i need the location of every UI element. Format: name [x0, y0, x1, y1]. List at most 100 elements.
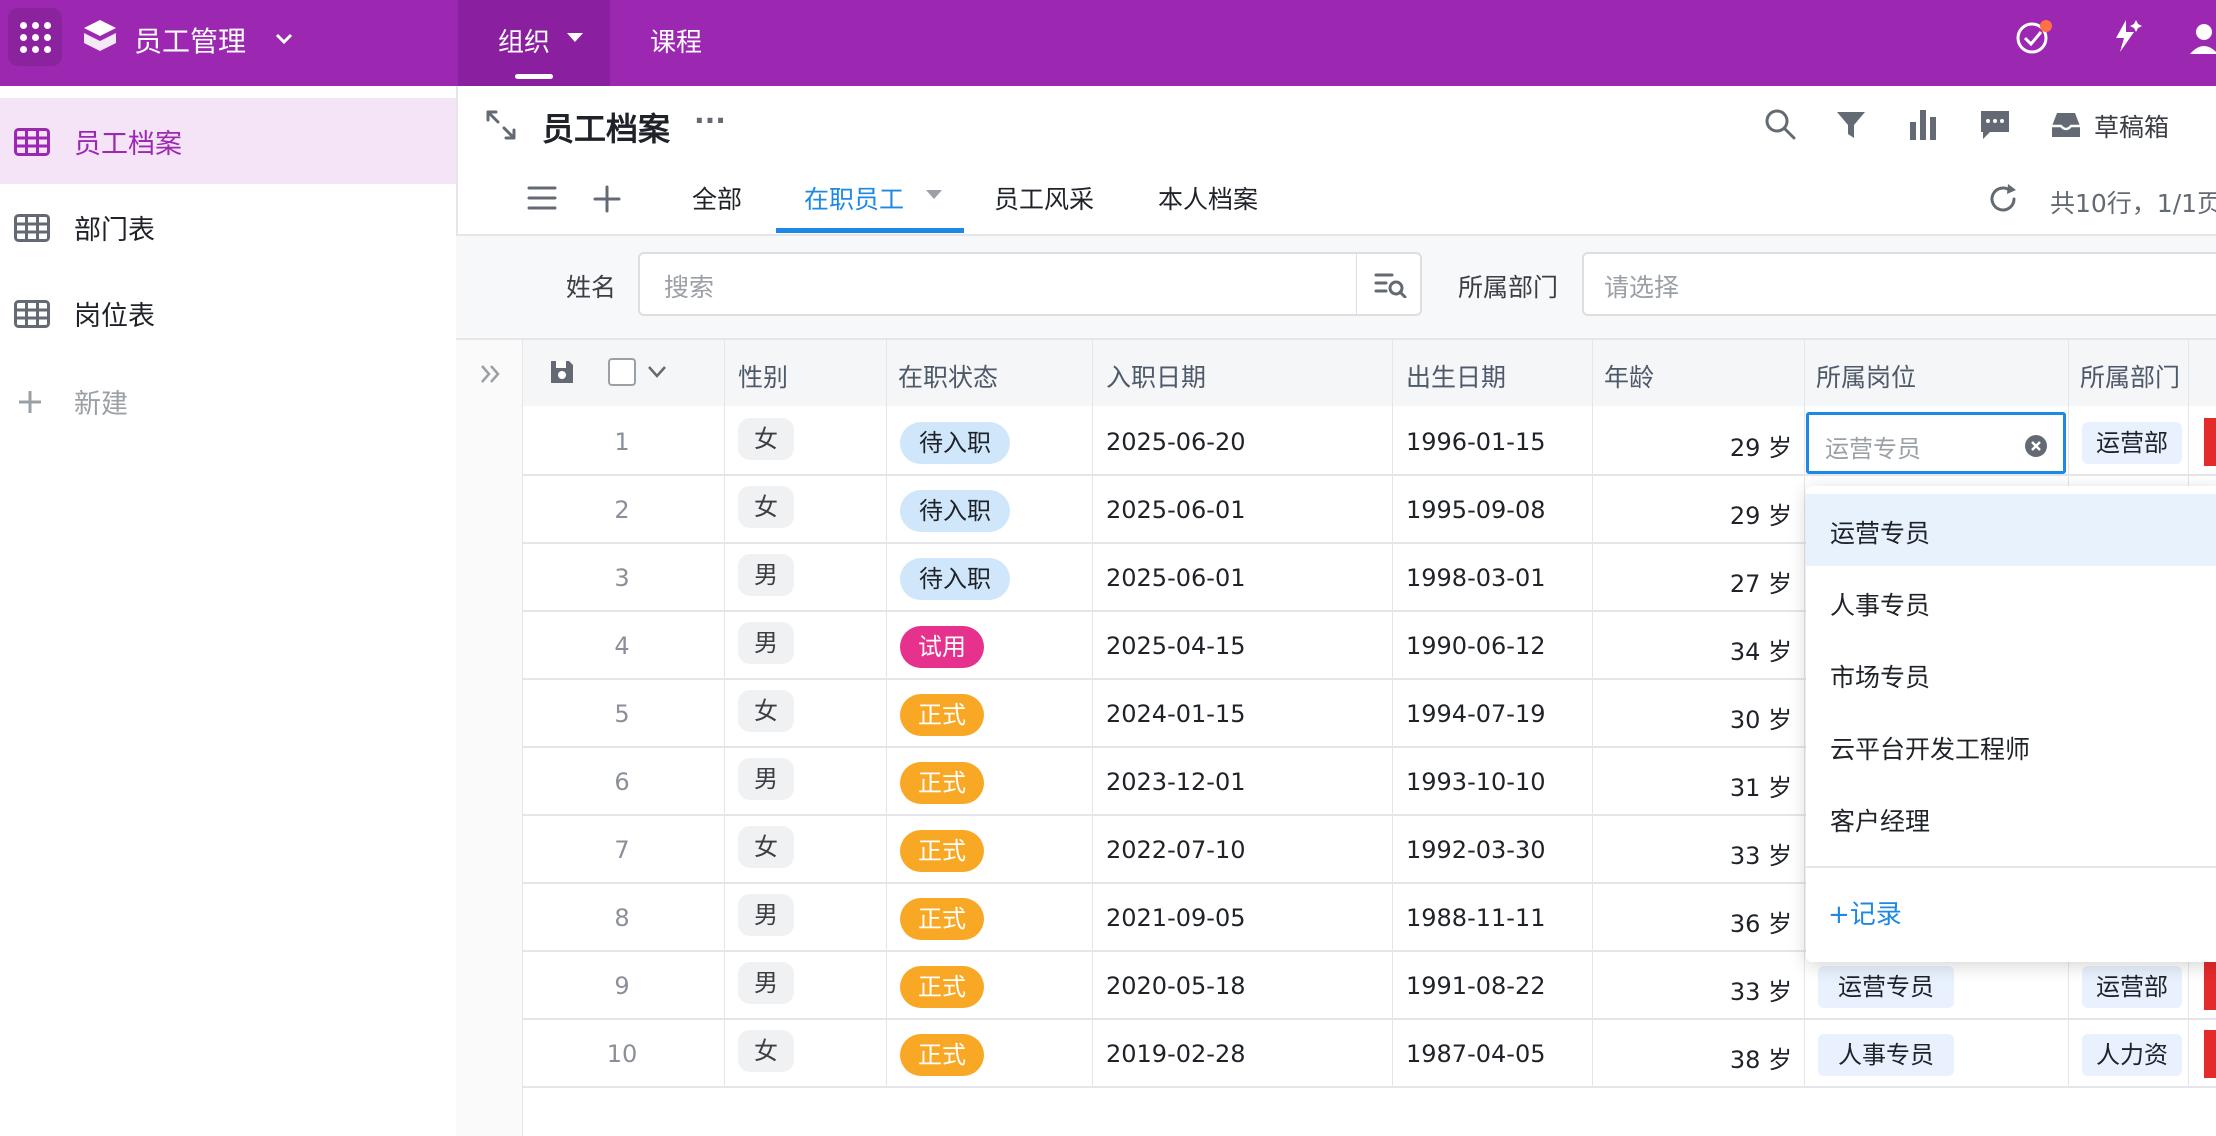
nav-item-course[interactable]: 课程 — [650, 22, 702, 59]
sidebar-item-departments[interactable]: 部门表 — [0, 184, 456, 270]
divider — [1806, 866, 2216, 868]
save-icon[interactable] — [548, 358, 576, 386]
age-cell[interactable]: 38 岁 — [1604, 1040, 1792, 1075]
tab-active-employees[interactable]: 在职员工 — [804, 180, 904, 216]
birth-date-cell[interactable]: 1994-07-19 — [1406, 700, 1545, 728]
status-color-bar — [2204, 1030, 2216, 1078]
status-badge: 正式 — [900, 830, 984, 872]
app-title[interactable]: 员工管理 — [134, 20, 246, 60]
refresh-icon[interactable] — [1986, 182, 2020, 216]
join-date-cell[interactable]: 2024-01-15 — [1106, 700, 1245, 728]
chevron-down-icon[interactable] — [646, 364, 668, 380]
filter-name-label: 姓名 — [566, 273, 617, 302]
table-gutter — [456, 340, 522, 1136]
filter-dept-label: 所属部门 — [1458, 273, 1559, 302]
tab-all[interactable]: 全部 — [692, 180, 742, 216]
gender-tag: 男 — [738, 962, 794, 1004]
members-icon[interactable] — [2186, 18, 2216, 58]
chevron-down-icon[interactable] — [272, 26, 296, 50]
row-count: 共10行，1/1页 — [2050, 189, 2216, 218]
age-cell[interactable]: 29 岁 — [1604, 496, 1792, 531]
birth-date-cell[interactable]: 1991-08-22 — [1406, 972, 1545, 1000]
join-date-cell[interactable]: 2019-02-28 — [1106, 1040, 1245, 1068]
nav-active-indicator — [515, 74, 553, 79]
draft-box-button[interactable]: 草稿箱 — [2094, 108, 2169, 144]
comment-icon[interactable] — [1978, 108, 2012, 142]
add-view-icon[interactable] — [592, 184, 622, 214]
status-badge: 待入职 — [900, 422, 1010, 464]
search-icon[interactable] — [1762, 106, 1798, 142]
sidebar-new-button[interactable]: 新建 — [0, 358, 456, 444]
birth-date-cell[interactable]: 1993-10-10 — [1406, 768, 1545, 796]
column-header-status[interactable]: 在职状态 — [898, 358, 998, 394]
caret-down-icon[interactable] — [924, 188, 944, 202]
sidebar-item-employee-records[interactable]: 员工档案 — [0, 98, 456, 184]
column-header-join-date[interactable]: 入职日期 — [1106, 358, 1206, 394]
age-cell[interactable]: 33 岁 — [1604, 972, 1792, 1007]
age-cell[interactable]: 29 岁 — [1604, 428, 1792, 463]
dropdown-option[interactable]: 运营专员 — [1806, 494, 2216, 566]
sidebar-item-positions[interactable]: 岗位表 — [0, 270, 456, 356]
join-date-cell[interactable]: 2023-12-01 — [1106, 768, 1245, 796]
tab-employee-showcase[interactable]: 员工风采 — [994, 180, 1094, 216]
filter-icon[interactable] — [1834, 108, 1868, 142]
age-cell[interactable]: 27 岁 — [1604, 564, 1792, 599]
search-list-icon[interactable] — [1374, 270, 1408, 298]
birth-date-cell[interactable]: 1988-11-11 — [1406, 904, 1545, 932]
status-badge: 待入职 — [900, 490, 1010, 532]
divider — [1356, 254, 1357, 314]
clear-icon[interactable] — [2023, 433, 2049, 459]
add-record-button[interactable]: +记录 — [1828, 894, 1902, 931]
more-options-icon[interactable]: ··· — [694, 104, 726, 137]
caret-down-icon[interactable] — [564, 30, 586, 46]
tab-my-profile[interactable]: 本人档案 — [1158, 180, 1258, 216]
position-dropdown: 运营专员 人事专员 市场专员 云平台开发工程师 客户经理 +记录 — [1806, 486, 2216, 962]
department-tag: 运营部 — [2082, 966, 2182, 1008]
birth-date-cell[interactable]: 1998-03-01 — [1406, 564, 1545, 592]
column-header-gender[interactable]: 性别 — [738, 358, 788, 394]
column-header-position[interactable]: 所属岗位 — [1816, 358, 1916, 394]
row-index: 4 — [614, 632, 630, 660]
dropdown-option[interactable]: 市场专员 — [1806, 638, 2216, 710]
birth-date-cell[interactable]: 1992-03-30 — [1406, 836, 1545, 864]
apps-grid-icon[interactable] — [8, 8, 62, 66]
ai-spark-icon[interactable] — [2104, 16, 2144, 56]
expand-icon[interactable] — [484, 108, 518, 142]
gender-tag: 女 — [738, 826, 794, 868]
dropdown-option-label: 客户经理 — [1830, 807, 1931, 836]
birth-date-cell[interactable]: 1996-01-15 — [1406, 428, 1545, 456]
name-search-input[interactable]: 搜索 — [638, 252, 1422, 316]
dropdown-option[interactable]: 云平台开发工程师 — [1806, 710, 2216, 782]
age-cell[interactable]: 33 岁 — [1604, 836, 1792, 871]
age-cell[interactable]: 36 岁 — [1604, 904, 1792, 939]
expand-sidebar-icon[interactable] — [476, 360, 504, 388]
column-header-age[interactable]: 年龄 — [1604, 358, 1654, 394]
task-check-icon[interactable] — [2014, 18, 2054, 58]
select-all-checkbox[interactable] — [608, 358, 636, 386]
menu-icon[interactable] — [526, 184, 558, 212]
dropdown-option[interactable]: 客户经理 — [1806, 782, 2216, 854]
column-header-birth-date[interactable]: 出生日期 — [1406, 358, 1506, 394]
nav-item-org-label[interactable]: 组织 — [498, 22, 550, 59]
join-date-cell[interactable]: 2025-06-20 — [1106, 428, 1245, 456]
birth-date-cell[interactable]: 1987-04-05 — [1406, 1040, 1545, 1068]
join-date-cell[interactable]: 2020-05-18 — [1106, 972, 1245, 1000]
age-cell[interactable]: 30 岁 — [1604, 700, 1792, 735]
top-bar: 员工管理 组织 课程 — [0, 0, 2216, 86]
inbox-icon[interactable] — [2050, 110, 2082, 140]
chart-icon[interactable] — [1906, 106, 1940, 142]
join-date-cell[interactable]: 2021-09-05 — [1106, 904, 1245, 932]
age-cell[interactable]: 31 岁 — [1604, 768, 1792, 803]
column-header-department[interactable]: 所属部门 — [2080, 358, 2180, 394]
join-date-cell[interactable]: 2025-04-15 — [1106, 632, 1245, 660]
dropdown-option[interactable]: 人事专员 — [1806, 566, 2216, 638]
birth-date-cell[interactable]: 1990-06-12 — [1406, 632, 1545, 660]
join-date-cell[interactable]: 2025-06-01 — [1106, 496, 1245, 524]
age-cell[interactable]: 34 岁 — [1604, 632, 1792, 667]
position-cell-editor[interactable]: 运营专员 — [1806, 412, 2066, 474]
row-index: 1 — [614, 428, 630, 456]
join-date-cell[interactable]: 2025-06-01 — [1106, 564, 1245, 592]
join-date-cell[interactable]: 2022-07-10 — [1106, 836, 1245, 864]
dept-select[interactable]: 请选择 — [1582, 252, 2216, 316]
birth-date-cell[interactable]: 1995-09-08 — [1406, 496, 1545, 524]
